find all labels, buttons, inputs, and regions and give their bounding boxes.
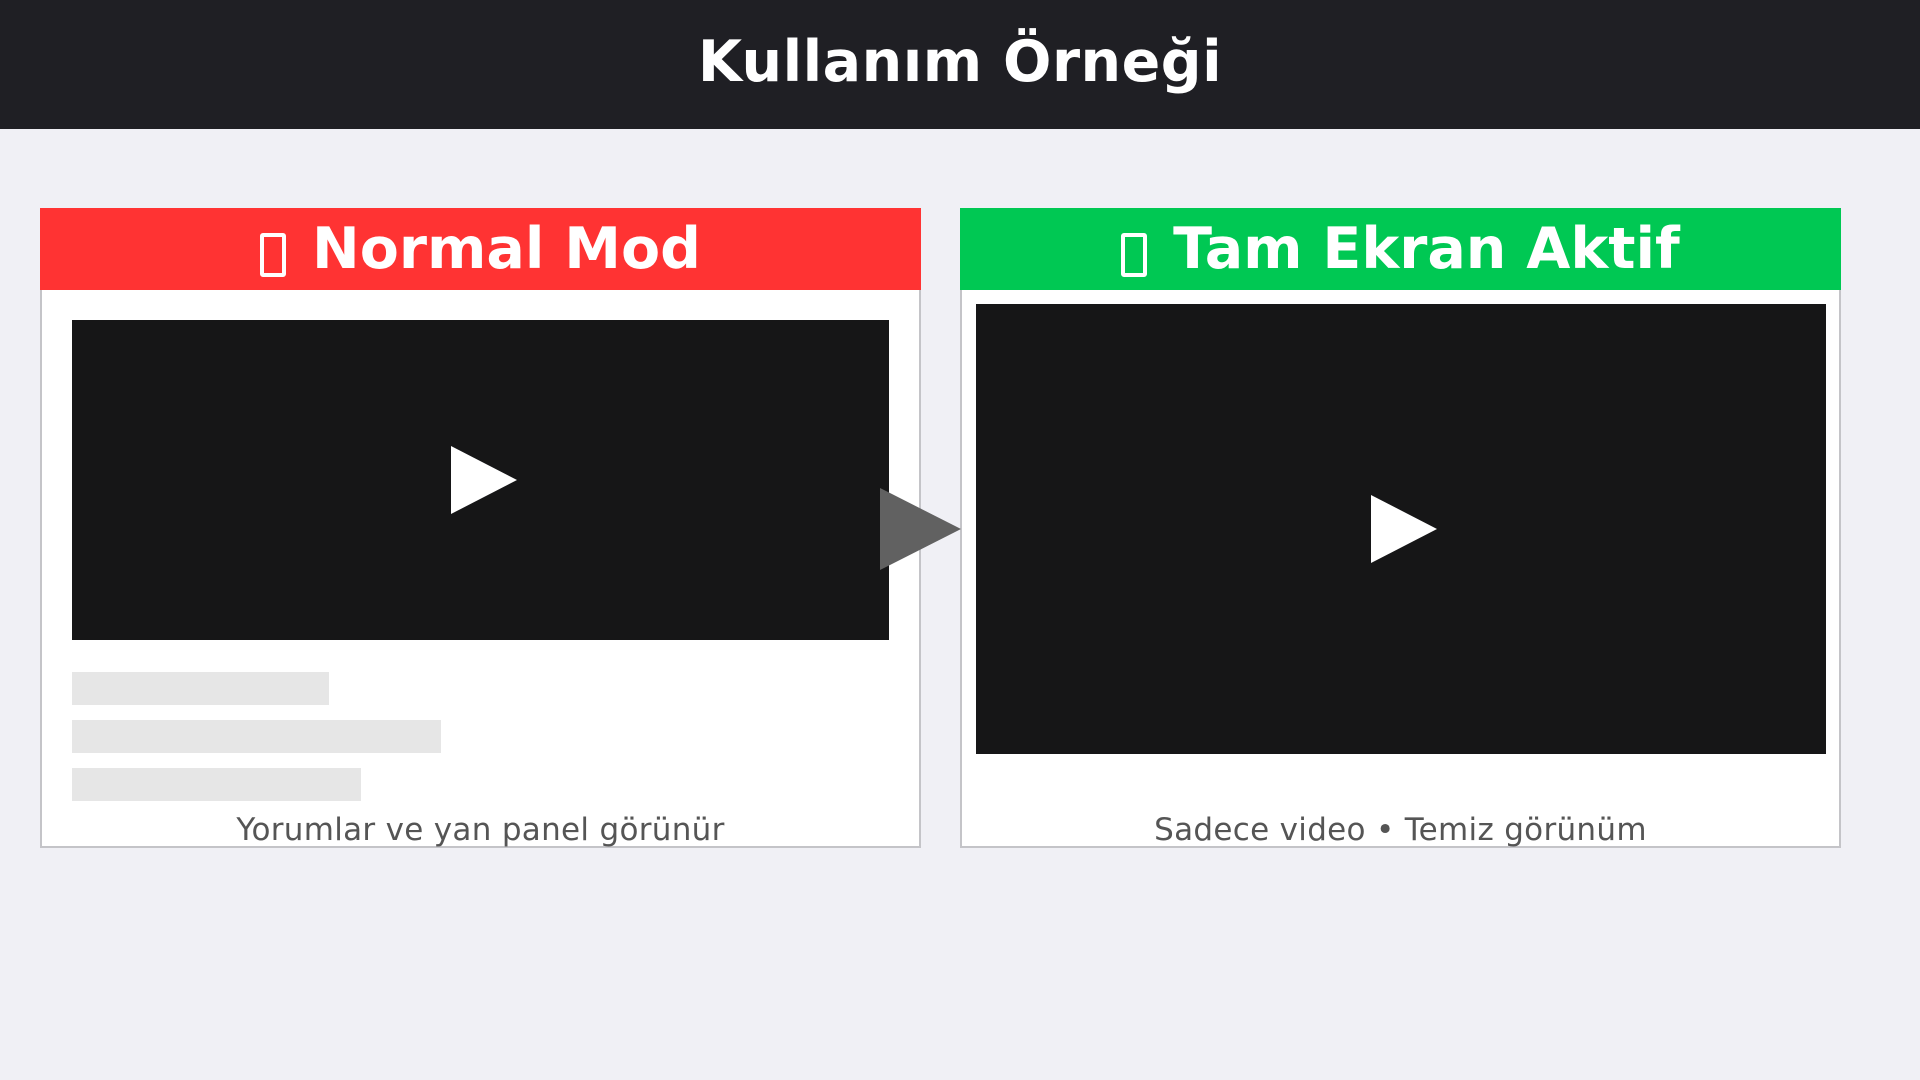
fullscreen-mode-panel: Tam Ekran Aktif Sadece video • Temiz gör… — [960, 208, 1841, 848]
page-title: Kullanım Örneği — [697, 28, 1223, 95]
fullscreen-mode-label: Tam Ekran Aktif — [1173, 216, 1680, 282]
video-player-fullscreen[interactable] — [976, 304, 1826, 754]
comment-placeholder-bar — [72, 768, 361, 801]
normal-mode-label: Normal Mod — [312, 216, 701, 282]
normal-mode-panel: Normal Mod Yorumlar ve yan panel görünür — [40, 208, 921, 848]
fullscreen-mode-banner: Tam Ekran Aktif — [960, 208, 1841, 290]
box-glyph-icon — [1121, 233, 1148, 277]
fullscreen-mode-caption: Sadece video • Temiz görünüm — [1154, 812, 1647, 848]
play-icon[interactable] — [450, 446, 517, 514]
normal-mode-banner: Normal Mod — [40, 208, 921, 290]
normal-mode-caption: Yorumlar ve yan panel görünür — [236, 812, 725, 848]
header: Kullanım Örneği — [0, 0, 1920, 129]
comment-placeholder-bar — [72, 720, 441, 753]
video-player[interactable] — [72, 320, 889, 640]
arrow-right-icon — [880, 488, 961, 570]
comment-placeholder-bar — [72, 672, 329, 705]
box-glyph-icon — [260, 233, 287, 277]
play-icon[interactable] — [1371, 495, 1437, 563]
